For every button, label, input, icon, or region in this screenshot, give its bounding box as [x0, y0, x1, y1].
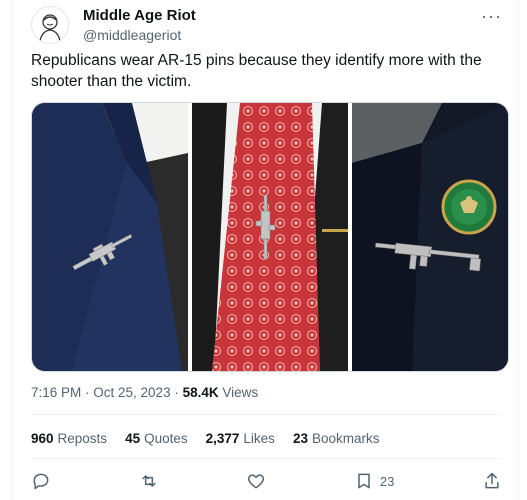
- photo-dark-lapel[interactable]: [352, 103, 508, 371]
- bookmarks-label: Bookmarks: [311, 431, 380, 446]
- bookmark-count: 23: [379, 473, 395, 489]
- likes-count: 2,377: [205, 431, 240, 446]
- reposts-count: 960: [31, 431, 54, 446]
- reply-button[interactable]: [31, 471, 51, 491]
- author-handle[interactable]: @middleageriot: [83, 27, 181, 43]
- divider-bottom: [31, 458, 502, 459]
- stat-reposts[interactable]: 960 Reposts: [31, 431, 107, 446]
- post-timestamp[interactable]: 7:16 PM · Oct 25, 2023 ·: [31, 385, 183, 400]
- likes-label: Likes: [243, 431, 275, 446]
- quotes-count: 45: [125, 431, 141, 446]
- bookmarks-count: 23: [292, 431, 308, 446]
- heart-icon: [248, 474, 265, 489]
- author-avatar[interactable]: [31, 6, 69, 44]
- repost-button[interactable]: [139, 471, 159, 491]
- repost-icon: [142, 475, 156, 487]
- post-meta: 7:16 PM · Oct 25, 2023 · 58.4K Views: [31, 385, 258, 400]
- avatar-sketch-icon: [39, 14, 61, 42]
- author-name[interactable]: Middle Age Riot: [83, 7, 196, 24]
- stat-quotes[interactable]: 45 Quotes: [125, 431, 188, 446]
- post-card: Middle Age Riot @middleageriot ··· Repub…: [12, 0, 519, 500]
- share-icon: [485, 472, 499, 489]
- divider-top: [31, 414, 502, 415]
- reply-icon: [33, 473, 49, 490]
- bookmark-button[interactable]: 23: [354, 471, 394, 491]
- share-button[interactable]: [482, 471, 502, 491]
- post-text: Republicans wear AR-15 pins because they…: [31, 52, 482, 90]
- bookmark-icon: [358, 473, 370, 489]
- stat-bookmarks[interactable]: 23 Bookmarks: [293, 431, 380, 446]
- reposts-label: Reposts: [57, 431, 108, 446]
- post-media[interactable]: [31, 102, 509, 372]
- quotes-label: Quotes: [144, 431, 188, 446]
- engagement-stats: 960 Reposts 45 Quotes 2,377 Likes 23 Bookmar…: [31, 431, 380, 446]
- stat-likes[interactable]: 2,377 Likes: [206, 431, 275, 446]
- views-count: 58.4K: [182, 385, 219, 400]
- more-options-icon[interactable]: ···: [481, 6, 502, 27]
- photo-blue-lapel[interactable]: [32, 103, 188, 371]
- views-label: Views: [218, 385, 259, 400]
- post-header: Middle Age Riot @middleageriot ···: [31, 6, 508, 46]
- action-bar: 23: [31, 470, 502, 492]
- photo-red-tie[interactable]: [192, 103, 348, 371]
- like-button[interactable]: [246, 471, 266, 491]
